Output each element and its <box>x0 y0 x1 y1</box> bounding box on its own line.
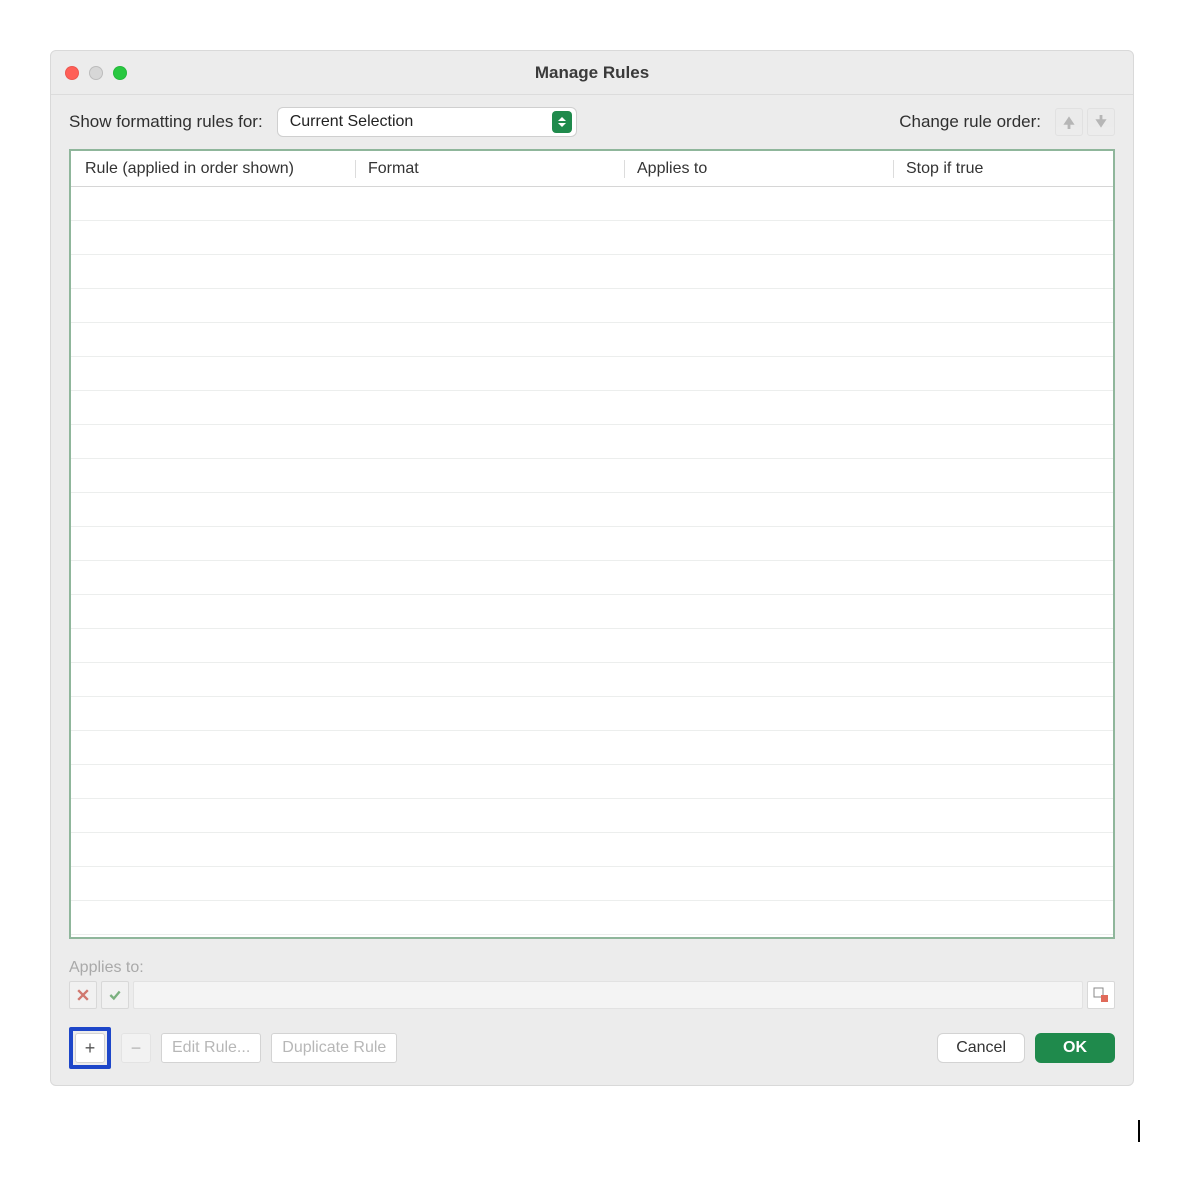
minimize-window-button <box>89 66 103 80</box>
table-row <box>71 221 1113 255</box>
arrow-up-icon <box>1062 115 1076 129</box>
table-row <box>71 459 1113 493</box>
table-row <box>71 765 1113 799</box>
edit-rule-button[interactable]: Edit Rule... <box>161 1033 261 1063</box>
move-rule-down-button[interactable] <box>1087 108 1115 136</box>
rules-table: Rule (applied in order shown) Format App… <box>69 149 1115 939</box>
applies-to-label: Applies to: <box>69 959 1115 977</box>
table-row <box>71 255 1113 289</box>
column-header-rule[interactable]: Rule (applied in order shown) <box>85 160 343 178</box>
table-row <box>71 425 1113 459</box>
manage-rules-dialog: Manage Rules Show formatting rules for: … <box>50 50 1134 1086</box>
column-header-format[interactable]: Format <box>368 160 612 178</box>
titlebar: Manage Rules <box>51 51 1133 95</box>
table-row <box>71 833 1113 867</box>
table-row <box>71 391 1113 425</box>
show-rules-label: Show formatting rules for: <box>69 112 263 132</box>
minus-icon: − <box>131 1038 142 1059</box>
column-header-stop[interactable]: Stop if true <box>906 160 1113 178</box>
plus-icon: + <box>85 1038 96 1059</box>
table-row <box>71 289 1113 323</box>
table-row <box>71 493 1113 527</box>
footer: + − Edit Rule... Duplicate Rule Cancel O… <box>51 1009 1133 1085</box>
close-window-button[interactable] <box>65 66 79 80</box>
range-picker-button[interactable] <box>1087 981 1115 1009</box>
dialog-title: Manage Rules <box>535 63 649 83</box>
table-row <box>71 799 1113 833</box>
table-row <box>71 527 1113 561</box>
table-row <box>71 867 1113 901</box>
dropdown-stepper-icon <box>552 111 572 133</box>
rules-table-body <box>71 187 1113 937</box>
rules-table-header: Rule (applied in order shown) Format App… <box>71 151 1113 187</box>
column-header-applies[interactable]: Applies to <box>637 160 881 178</box>
table-row <box>71 901 1113 935</box>
applies-to-section: Applies to: <box>51 953 1133 1009</box>
arrow-down-icon <box>1094 115 1108 129</box>
toolbar: Show formatting rules for: Current Selec… <box>51 95 1133 149</box>
duplicate-rule-button[interactable]: Duplicate Rule <box>271 1033 397 1063</box>
window-controls <box>65 66 127 80</box>
confirm-range-button[interactable] <box>101 981 129 1009</box>
ok-button[interactable]: OK <box>1035 1033 1115 1063</box>
cancel-range-button[interactable] <box>69 981 97 1009</box>
scope-dropdown[interactable]: Current Selection <box>277 107 577 137</box>
order-label: Change rule order: <box>899 112 1041 132</box>
check-icon <box>108 988 122 1002</box>
table-row <box>71 357 1113 391</box>
move-rule-up-button[interactable] <box>1055 108 1083 136</box>
table-row <box>71 595 1113 629</box>
cancel-button[interactable]: Cancel <box>937 1033 1025 1063</box>
zoom-window-button[interactable] <box>113 66 127 80</box>
x-icon <box>77 989 89 1001</box>
range-picker-icon <box>1093 987 1109 1003</box>
scope-dropdown-value: Current Selection <box>290 113 414 131</box>
table-row <box>71 323 1113 357</box>
table-row <box>71 731 1113 765</box>
table-row <box>71 187 1113 221</box>
table-row <box>71 697 1113 731</box>
applies-to-input[interactable] <box>133 981 1083 1009</box>
table-row <box>71 663 1113 697</box>
table-row <box>71 561 1113 595</box>
add-rule-button[interactable]: + <box>75 1033 105 1063</box>
text-cursor <box>1138 1120 1140 1142</box>
remove-rule-button[interactable]: − <box>121 1033 151 1063</box>
add-rule-highlight: + <box>69 1027 111 1069</box>
table-row <box>71 629 1113 663</box>
